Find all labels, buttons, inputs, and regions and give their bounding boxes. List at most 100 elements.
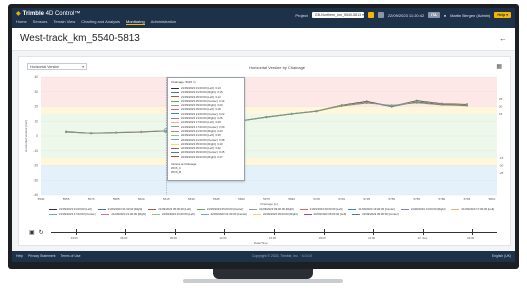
project-label: Project (295, 12, 308, 18)
legend-item[interactable]: 21/09/2023 21:00:00 [Right] (101, 212, 146, 216)
legend-item[interactable]: 21/09/2023 09:00:00 [Left] (299, 207, 342, 211)
series-point (390, 105, 393, 107)
legend-label: 21/09/2023 17:00:00 [Left] (461, 207, 495, 211)
tooltip-title: Chainage: 5615 m (171, 80, 196, 84)
limit-label: -15 (499, 156, 504, 160)
tooltip-series-swatch (171, 143, 179, 145)
footer-link-help[interactable]: Help (16, 254, 23, 258)
main-nav: Home Sensors Terrain View Charting and A… (16, 19, 176, 25)
legend-label: 21/09/2023 17:00:00 [Center] (59, 212, 96, 216)
timeline-tick-label: 03:00 (70, 236, 78, 240)
timeline-tick (422, 229, 424, 235)
chart-legend: 21/09/2023 01:00:00 [Left] 21/09/2023 01:… (49, 207, 504, 216)
legend-swatch (151, 213, 160, 215)
user-name[interactable]: Martin Bergen (Admin) (450, 13, 490, 18)
x-tick-label: 5660 (238, 197, 245, 201)
nav-terrain-view[interactable]: Terrain View (53, 19, 75, 25)
monitor-stand (213, 269, 313, 279)
x-tick-label: 5630 (188, 197, 195, 201)
copyright: Copyright © 2023, Trimble, Inc. · 4.0.0.… (252, 254, 313, 258)
tooltip-footer-line: WCS_B (171, 170, 181, 175)
x-tick-label: 5765 (413, 197, 420, 201)
legend-item[interactable]: 21/09/2023 05:00:00 [Left] (148, 207, 191, 211)
x-tick-label: 5540 (38, 197, 45, 201)
x-tick-label: 5570 (88, 197, 95, 201)
legend-item[interactable]: 22/09/2023 05:00:00 [Left] (303, 212, 347, 216)
footer-link-privacy[interactable]: Privacy Statement (28, 254, 56, 258)
legend-swatch (249, 208, 258, 210)
language-selector[interactable]: English (UK) (492, 254, 511, 258)
nav-administration[interactable]: Administration (151, 19, 176, 25)
series-point (415, 100, 418, 103)
nav-charting[interactable]: Charting and Analysis (81, 19, 120, 25)
language-badge[interactable]: ITA (428, 12, 440, 18)
legend-item[interactable]: 22/09/2023 05:00:00 [Right] (252, 212, 298, 216)
brand[interactable]: ◈ Trimble 4D Control™ (16, 10, 80, 17)
legend-item[interactable]: 21/09/2023 05:00:00 [Center] (196, 207, 244, 211)
legend-label: 22/09/2023 05:00:00 [Right] (262, 212, 298, 216)
x-tick-label: 5735 (363, 197, 370, 201)
legend-item[interactable]: 22/09/2023 01:00:00 [Left] (151, 212, 195, 216)
nav-home[interactable]: Home (16, 19, 27, 25)
legend-item[interactable]: 21/09/2023 17:00:00 [Left] (451, 207, 494, 211)
legend-swatch (97, 208, 106, 210)
legend-label: 22/09/2023 09:00:00 [Center] (362, 212, 399, 216)
limit-label: 15 (499, 112, 503, 116)
tooltip-series-swatch (171, 139, 179, 141)
chart-panel: Horizontal Versine ▾ Horizontal Versine … (18, 56, 511, 246)
legend-item[interactable]: 21/09/2023 13:00:00 [Right] (400, 207, 445, 211)
legend-item[interactable]: 22/09/2023 09:00:00 [Center] (352, 212, 399, 216)
tooltip-row-label: 22/09/2023 09:00:00 [Right]: 3.47 (181, 154, 223, 159)
legend-item[interactable]: 21/09/2023 09:00:00 [Right] (249, 207, 294, 211)
legend-label: 22/09/2023 01:00:00 [Center] (210, 212, 247, 216)
y-tick-label: 10 (34, 119, 38, 123)
legend-swatch (148, 208, 157, 210)
limit-label: 20 (499, 105, 503, 109)
product-name: 4D Control™ (45, 11, 81, 17)
legend-swatch (49, 213, 57, 215)
timeline-tick-label: 09:00 (169, 236, 177, 240)
calendar-icon[interactable]: ▣ (29, 229, 35, 236)
series-point (440, 102, 443, 105)
arrow-left-icon[interactable]: ← (499, 34, 507, 43)
y-tick-label: -10 (33, 149, 38, 153)
legend-swatch (252, 213, 261, 215)
footer-link-terms[interactable]: Terms of Use (61, 254, 81, 258)
help-button[interactable]: Help ▾ (494, 12, 511, 18)
legend-item[interactable]: 21/09/2023 01:00:00 [Right] (97, 207, 142, 211)
legend-swatch (49, 208, 57, 210)
chart-tooltip: Chainage: 5615 m 21/09/2023 01:00:00 [Le… (167, 77, 245, 181)
timeline-axis-title: Date/Time (254, 241, 268, 245)
legend-item[interactable]: 21/09/2023 13:00:00 [Center] (348, 207, 395, 211)
timeline-tick-label: 03:00 (467, 236, 475, 240)
nav-monitoring[interactable]: Monitoring (126, 19, 145, 25)
series-point (365, 101, 368, 104)
user-icon[interactable]: ● (444, 13, 446, 18)
legend-swatch (200, 213, 209, 215)
trimble-logo-icon: ◈ (16, 11, 21, 17)
page-header: West-track_km_5540-5813 ← (12, 28, 515, 51)
refresh-icon[interactable]: ↻ (39, 229, 44, 236)
project-select[interactable]: GB-Northern_km_5540-5813 ▾ (311, 12, 364, 18)
legend-swatch (352, 213, 361, 215)
timeline-tick (224, 229, 226, 235)
notification-icon[interactable] (377, 12, 384, 18)
x-tick-label: 5585 (113, 197, 120, 201)
legend-label: 21/09/2023 09:00:00 [Right] (259, 207, 294, 211)
y-tick-label: 20 (34, 105, 38, 109)
versine-chart[interactable]: 403020100-10-20-30-405540 5555 5570 5585 560… (19, 57, 510, 207)
x-tick-label: 5705 (313, 197, 320, 201)
timeline-tick (75, 229, 77, 235)
alert-icon[interactable] (367, 12, 374, 18)
x-tick-label: 5600 (138, 197, 145, 201)
nav-sensors[interactable]: Sensors (33, 19, 48, 25)
legend-item[interactable]: 21/09/2023 17:00:00 [Center] (49, 212, 95, 216)
legend-label: 21/09/2023 05:00:00 [Center] (206, 207, 244, 211)
x-tick-label: 5675 (263, 197, 270, 201)
x-tick-label: 5810 (489, 197, 496, 201)
legend-swatch (101, 213, 110, 215)
legend-label: 22/09/2023 05:00:00 [Left] (313, 212, 347, 216)
legend-item[interactable]: 21/09/2023 01:00:00 [Left] (49, 207, 92, 211)
legend-item[interactable]: 22/09/2023 01:00:00 [Center] (200, 212, 247, 216)
x-tick-label: 5690 (288, 197, 295, 201)
